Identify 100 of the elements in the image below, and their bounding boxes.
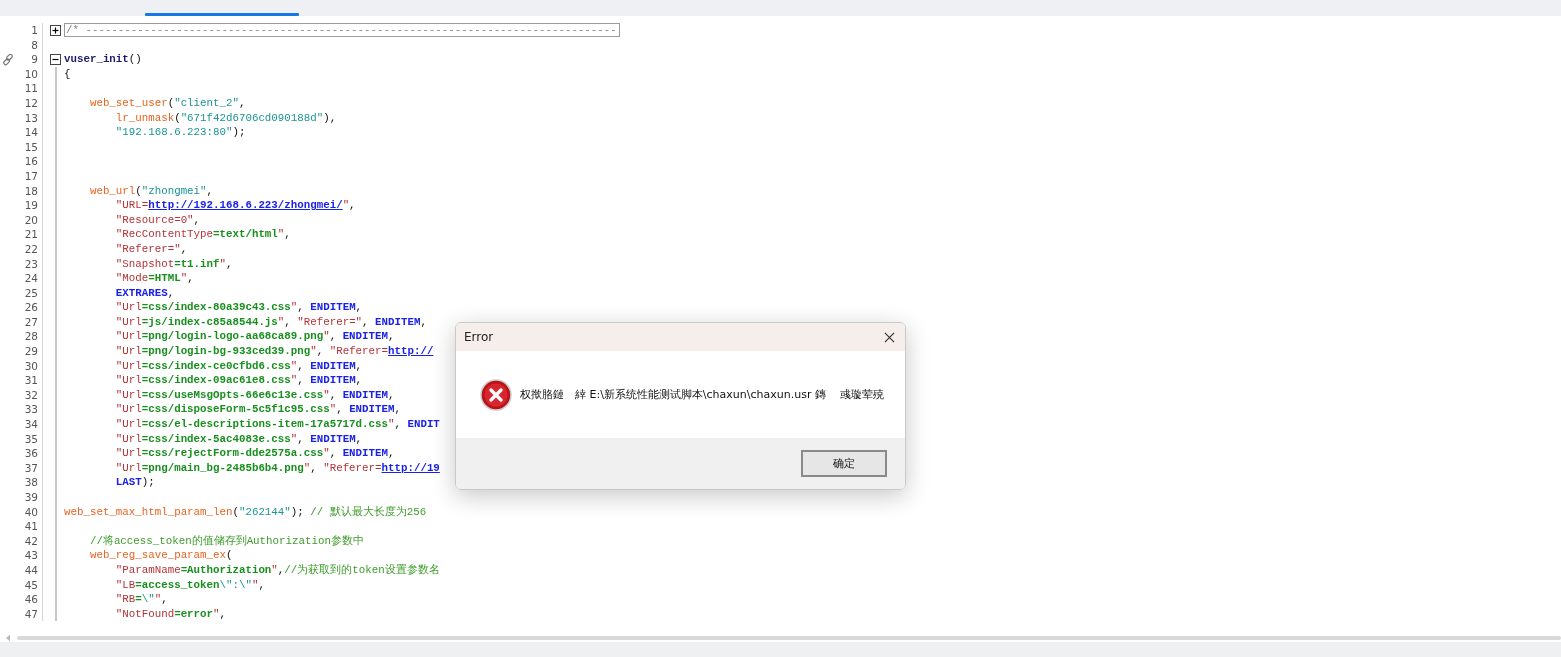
code-punctuation: , bbox=[316, 345, 325, 358]
line-number: 25 bbox=[16, 285, 43, 301]
string-literal: " bbox=[290, 301, 298, 314]
string-literal: "Url bbox=[114, 330, 142, 343]
error-icon bbox=[480, 378, 512, 411]
code-comment: // 默认最大长度为256 bbox=[310, 505, 427, 518]
keyword: ENDITEM bbox=[342, 330, 388, 343]
function-name: web_set_max_html_param_len bbox=[64, 505, 233, 518]
string-literal: " bbox=[290, 359, 298, 372]
code-punctuation: , bbox=[355, 359, 363, 372]
string-literal: \" bbox=[141, 593, 155, 606]
string-literal: "Url bbox=[114, 301, 142, 314]
close-icon[interactable] bbox=[884, 331, 895, 343]
string-value: =text/html bbox=[213, 228, 278, 241]
string-literal: "zhongmei" bbox=[141, 184, 207, 197]
string-literal: " bbox=[277, 315, 285, 328]
code-punctuation: ); bbox=[290, 505, 305, 518]
line-number: 32 bbox=[16, 387, 43, 403]
line-number: 20 bbox=[16, 212, 43, 228]
code-punctuation: , bbox=[388, 330, 395, 343]
string-literal: " bbox=[323, 447, 330, 460]
code-punctuation: ( bbox=[167, 96, 175, 109]
string-literal: " bbox=[323, 330, 330, 343]
line-number: 39 bbox=[16, 490, 43, 505]
line-number: 22 bbox=[16, 241, 43, 257]
string-literal: "Url bbox=[114, 461, 142, 474]
string-literal: " bbox=[251, 578, 259, 591]
string-value: =png/login-bg-933ced39.png bbox=[141, 345, 311, 358]
keyword: ENDIT bbox=[407, 418, 440, 431]
expand-icon[interactable] bbox=[50, 24, 61, 36]
collapse-icon[interactable] bbox=[50, 54, 61, 65]
line-number: 40 bbox=[16, 504, 43, 520]
keyword: ENDITEM bbox=[310, 374, 356, 387]
code-punctuation: , bbox=[297, 301, 305, 314]
line-number: 38 bbox=[16, 475, 43, 490]
string-literal: " bbox=[271, 563, 278, 576]
string-value: =js/index-c85a8544.js bbox=[141, 315, 278, 328]
code-punctuation: , bbox=[277, 563, 285, 576]
string-literal: "Referer= bbox=[323, 461, 382, 474]
string-literal: "Snapshot bbox=[114, 257, 175, 270]
string-literal: "671f42d6706cd090188d" bbox=[180, 111, 324, 124]
code-punctuation: , bbox=[226, 257, 233, 270]
code-punctuation: , bbox=[297, 374, 305, 387]
string-literal: " bbox=[329, 403, 337, 416]
url-link[interactable]: http:// bbox=[388, 345, 434, 358]
string-value: =HTML bbox=[148, 272, 181, 285]
line-number: 23 bbox=[16, 256, 43, 272]
line-number: 35 bbox=[16, 431, 43, 447]
code-punctuation: , bbox=[349, 199, 356, 212]
code-punctuation: , bbox=[388, 388, 395, 401]
line-number: 11 bbox=[16, 81, 43, 96]
keyword: ENDITEM bbox=[342, 388, 388, 401]
string-literal: "LB bbox=[114, 578, 136, 591]
string-literal: " bbox=[388, 418, 395, 431]
line-number: 8 bbox=[16, 37, 43, 53]
string-value: =Authorization bbox=[180, 563, 272, 576]
string-literal: "Url bbox=[114, 418, 142, 431]
code-punctuation: , bbox=[193, 213, 201, 226]
line-number: 13 bbox=[16, 110, 43, 126]
keyword: ENDITEM bbox=[310, 432, 356, 445]
string-value: =access_token bbox=[135, 578, 220, 591]
line-number: 33 bbox=[16, 402, 43, 418]
code-punctuation: , bbox=[187, 272, 194, 285]
string-literal: " bbox=[342, 199, 350, 212]
folded-comment[interactable]: /* ---------------------------------------------------------------------------------- bbox=[64, 23, 620, 37]
string-literal: "NotFound bbox=[114, 607, 175, 620]
line-number: 19 bbox=[16, 198, 43, 213]
keyword: ENDITEM bbox=[342, 447, 388, 460]
horizontal-scrollbar[interactable] bbox=[17, 635, 1561, 640]
string-literal: " bbox=[180, 272, 188, 285]
code-punctuation: , bbox=[388, 447, 395, 460]
string-literal: "Referer=" bbox=[114, 242, 181, 255]
ok-button[interactable]: 确定 bbox=[801, 450, 887, 477]
string-literal: "Resource=0" bbox=[114, 213, 194, 226]
url-link[interactable]: http://19 bbox=[381, 461, 440, 474]
string-literal: "192.168.6.223:80" bbox=[114, 126, 233, 139]
line-number: 27 bbox=[16, 314, 43, 330]
string-literal: "URL= bbox=[114, 199, 149, 212]
keyword: EXTRARES bbox=[114, 286, 168, 299]
code-punctuation: , bbox=[180, 242, 188, 255]
string-value: =error bbox=[174, 607, 214, 620]
line-number: 42 bbox=[16, 533, 43, 549]
code-punctuation: , bbox=[258, 578, 265, 591]
string-value: =css/index-5ac4083e.css bbox=[141, 432, 291, 445]
string-literal: "client_2" bbox=[174, 96, 239, 109]
line-number: 34 bbox=[16, 417, 43, 432]
url-link[interactable]: http://192.168.6.223/zhongmei/ bbox=[148, 199, 343, 212]
keyword: ENDITEM bbox=[375, 315, 421, 328]
code-punctuation: () bbox=[128, 53, 142, 66]
code-punctuation: ( bbox=[226, 549, 233, 562]
code-punctuation: , bbox=[206, 184, 214, 197]
code-punctuation: , bbox=[161, 593, 168, 606]
line-number: 21 bbox=[16, 227, 43, 242]
string-literal: "RB bbox=[114, 593, 136, 606]
string-literal: " bbox=[154, 593, 162, 606]
code-punctuation: ), bbox=[323, 111, 337, 124]
string-value: =css/el-descriptions-item-17a5717d.css bbox=[141, 418, 388, 431]
line-number: 29 bbox=[16, 344, 43, 359]
string-literal: "RecContentType bbox=[114, 228, 214, 241]
string-literal: " bbox=[277, 228, 285, 241]
